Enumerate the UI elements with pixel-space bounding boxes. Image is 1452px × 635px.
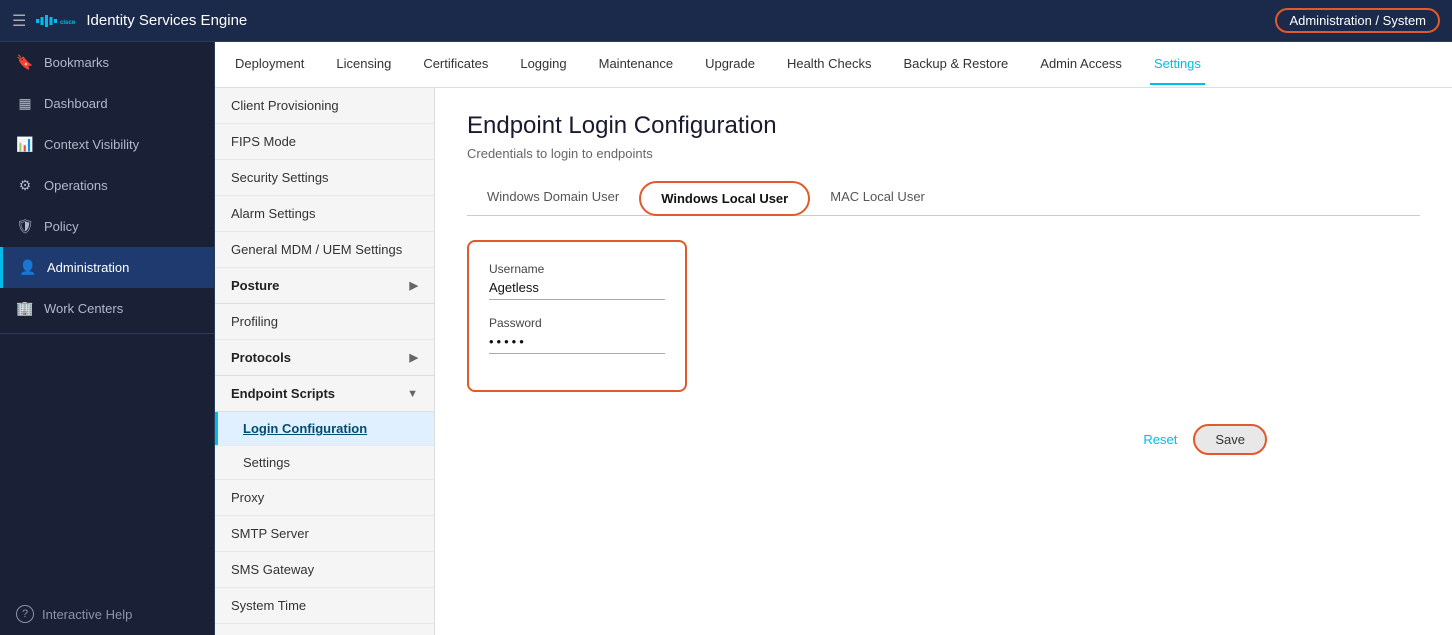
nav-settings[interactable]: Settings — [1150, 44, 1205, 85]
sidebar-label-operations: Operations — [44, 178, 108, 193]
bookmark-icon: 🔖 — [16, 54, 34, 71]
sidebar-divider — [0, 333, 214, 334]
sub-item-proxy[interactable]: Proxy — [215, 480, 434, 516]
page-title: Endpoint Login Configuration — [467, 112, 1420, 140]
hamburger-icon[interactable]: ☰ — [12, 11, 26, 31]
top-bar-left: ☰ cisco Identity Services Engine — [12, 11, 247, 31]
sidebar-item-context-visibility[interactable]: 📊 Context Visibility — [0, 124, 214, 165]
sub-sidebar: Client Provisioning FIPS Mode Security S… — [215, 88, 435, 635]
sub-item-client-provisioning[interactable]: Client Provisioning — [215, 88, 434, 124]
save-button[interactable]: Save — [1193, 424, 1267, 455]
left-sidebar: 🔖 Bookmarks ▦ Dashboard 📊 Context Visibi… — [0, 42, 215, 635]
form-box: Username Agetless Password ••••• — [467, 240, 687, 392]
nav-health-checks[interactable]: Health Checks — [783, 44, 876, 85]
main-content: Endpoint Login Configuration Credentials… — [435, 88, 1452, 635]
work-centers-icon: 🏢 — [16, 300, 34, 317]
main-container: 🔖 Bookmarks ▦ Dashboard 📊 Context Visibi… — [0, 42, 1452, 635]
top-bar: ☰ cisco Identity Services Engine Adminis… — [0, 0, 1452, 42]
sidebar-item-interactive-help[interactable]: ? Interactive Help — [0, 593, 214, 635]
dashboard-icon: ▦ — [16, 95, 34, 112]
sub-section-posture[interactable]: Posture ▶ — [215, 268, 434, 304]
nav-deployment[interactable]: Deployment — [231, 44, 308, 85]
sidebar-label-bookmarks: Bookmarks — [44, 55, 109, 70]
posture-expand-icon: ▶ — [410, 279, 418, 292]
sub-item-fips-mode[interactable]: FIPS Mode — [215, 124, 434, 160]
sidebar-item-dashboard[interactable]: ▦ Dashboard — [0, 83, 214, 124]
sub-item-mdm-settings[interactable]: General MDM / UEM Settings — [215, 232, 434, 268]
sub-section-posture-label: Posture — [231, 278, 279, 293]
context-visibility-icon: 📊 — [16, 136, 34, 153]
sub-item-security-settings[interactable]: Security Settings — [215, 160, 434, 196]
username-label: Username — [489, 262, 665, 276]
sub-item-alarm-settings[interactable]: Alarm Settings — [215, 196, 434, 232]
sub-section-protocols-label: Protocols — [231, 350, 291, 365]
sidebar-label-work-centers: Work Centers — [44, 301, 123, 316]
sidebar-item-bookmarks[interactable]: 🔖 Bookmarks — [0, 42, 214, 83]
content-wrapper: Client Provisioning FIPS Mode Security S… — [215, 88, 1452, 635]
sub-child-settings[interactable]: Settings — [215, 446, 434, 480]
actions-bar: Reset Save — [467, 424, 1267, 455]
cisco-logo-svg: cisco — [36, 11, 76, 31]
admin-system-badge: Administration / System — [1275, 8, 1440, 33]
reset-button[interactable]: Reset — [1143, 432, 1177, 447]
nav-certificates[interactable]: Certificates — [419, 44, 492, 85]
operations-icon: ⚙ — [16, 177, 34, 194]
page-subtitle: Credentials to login to endpoints — [467, 146, 1420, 161]
svg-text:cisco: cisco — [60, 20, 76, 26]
top-bar-right: Administration / System — [1275, 8, 1440, 33]
nav-admin-access[interactable]: Admin Access — [1036, 44, 1126, 85]
nav-logging[interactable]: Logging — [516, 44, 570, 85]
username-field: Username Agetless — [489, 262, 665, 300]
sub-item-sms-gateway[interactable]: SMS Gateway — [215, 552, 434, 588]
sidebar-item-policy[interactable]: 🛡 Policy — [0, 206, 214, 247]
secondary-nav: Deployment Licensing Certificates Loggin… — [215, 42, 1452, 88]
password-field: Password ••••• — [489, 316, 665, 354]
right-area: Deployment Licensing Certificates Loggin… — [215, 42, 1452, 635]
sidebar-label-administration: Administration — [47, 260, 129, 275]
administration-icon: 👤 — [19, 259, 37, 276]
sub-section-endpoint-scripts-label: Endpoint Scripts — [231, 386, 335, 401]
help-icon: ? — [16, 605, 34, 623]
sub-item-api-settings[interactable]: API Settings — [215, 624, 434, 635]
nav-backup-restore[interactable]: Backup & Restore — [900, 44, 1013, 85]
username-value[interactable]: Agetless — [489, 280, 665, 300]
password-value[interactable]: ••••• — [489, 334, 665, 354]
tab-mac-local[interactable]: MAC Local User — [810, 181, 945, 216]
protocols-expand-icon: ▶ — [410, 351, 418, 364]
endpoint-scripts-expand-icon: ▼ — [407, 388, 418, 400]
tab-windows-local[interactable]: Windows Local User — [639, 181, 810, 216]
sub-section-endpoint-scripts[interactable]: Endpoint Scripts ▼ — [215, 376, 434, 412]
sidebar-label-context-visibility: Context Visibility — [44, 137, 139, 152]
tab-windows-domain[interactable]: Windows Domain User — [467, 181, 639, 216]
app-title: Identity Services Engine — [86, 12, 247, 29]
sidebar-label-dashboard: Dashboard — [44, 96, 108, 111]
cisco-logo: cisco — [36, 11, 76, 31]
sidebar-label-policy: Policy — [44, 219, 79, 234]
sidebar-item-operations[interactable]: ⚙ Operations — [0, 165, 214, 206]
sub-child-login-configuration[interactable]: Login Configuration — [215, 412, 434, 446]
nav-maintenance[interactable]: Maintenance — [595, 44, 677, 85]
nav-licensing[interactable]: Licensing — [332, 44, 395, 85]
policy-icon: 🛡 — [16, 218, 34, 235]
password-label: Password — [489, 316, 665, 330]
sub-section-protocols[interactable]: Protocols ▶ — [215, 340, 434, 376]
sub-item-smtp-server[interactable]: SMTP Server — [215, 516, 434, 552]
sidebar-label-interactive-help: Interactive Help — [42, 607, 132, 622]
sub-item-profiling[interactable]: Profiling — [215, 304, 434, 340]
content-tabs: Windows Domain User Windows Local User M… — [467, 181, 1420, 216]
actions-container: Reset Save — [467, 424, 1267, 455]
nav-upgrade[interactable]: Upgrade — [701, 44, 759, 85]
sub-item-system-time[interactable]: System Time — [215, 588, 434, 624]
sidebar-item-work-centers[interactable]: 🏢 Work Centers — [0, 288, 214, 329]
sidebar-item-administration[interactable]: 👤 Administration — [0, 247, 214, 288]
